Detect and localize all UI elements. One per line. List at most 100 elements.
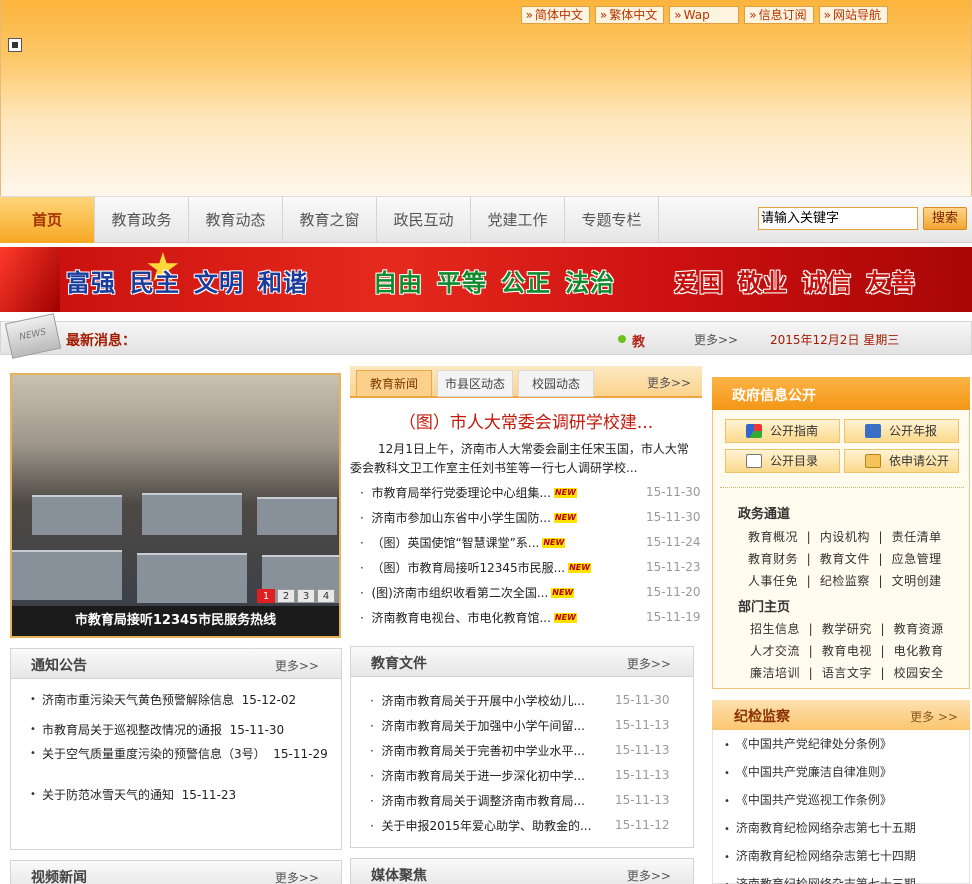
- documents-more-link[interactable]: 更多>>: [627, 655, 671, 672]
- tab-campus-dynamics[interactable]: 校园动态: [518, 370, 594, 397]
- news-title: 济南教育电视台、市电化教育馆...: [371, 611, 551, 625]
- dept-link[interactable]: 校园安全: [894, 666, 944, 680]
- dept-link[interactable]: 语言文字: [822, 666, 872, 680]
- dept-link[interactable]: 廉洁培训: [750, 666, 800, 680]
- dept-link[interactable]: 人才交流: [750, 644, 800, 658]
- dept-link[interactable]: 招生信息: [750, 622, 800, 636]
- book-icon: [746, 454, 762, 468]
- news-item[interactable]: · 济南市参加山东省中小学生国防... NEW: [360, 509, 577, 526]
- top-link-sitemap[interactable]: » 网站导航: [818, 6, 888, 24]
- document-item[interactable]: · 济南市教育局关于调整济南市教育局...: [370, 792, 585, 809]
- news-item[interactable]: · （图）英国使馆“智慧课堂”系... NEW: [360, 534, 566, 551]
- tab-education-news[interactable]: 教育新闻: [356, 370, 432, 397]
- discipline-item[interactable]: 济南教育纪检网络杂志第七十五期: [724, 819, 916, 836]
- nav-item-interaction[interactable]: 政民互动: [377, 197, 471, 243]
- news-more-link[interactable]: 更多>>: [647, 374, 691, 391]
- gov-link[interactable]: 人事任免: [748, 574, 798, 588]
- news-item[interactable]: · 市教育局举行党委理论中心组集... NEW: [360, 484, 577, 501]
- bullet: ·: [360, 536, 372, 550]
- dept-links-row: 人才交流 | 教育电视 | 电化教育: [750, 644, 944, 658]
- discipline-item[interactable]: 《中国共产党廉洁自律准则》: [724, 763, 892, 780]
- search-input[interactable]: 请输入关键字: [758, 207, 918, 230]
- new-badge: NEW: [551, 588, 575, 598]
- gov-link[interactable]: 纪检监察: [820, 574, 870, 588]
- scrolling-news-text[interactable]: 教: [632, 331, 645, 350]
- news-item[interactable]: · (图)济南市组织收看第二次全国... NEW: [360, 584, 575, 601]
- call-center-photo: [12, 375, 339, 607]
- dept-link[interactable]: 教育电视: [822, 644, 872, 658]
- discipline-header: 纪检监察 更多 >>: [712, 700, 970, 730]
- nav-item-window[interactable]: 教育之窗: [283, 197, 377, 243]
- discipline-item[interactable]: 《中国共产党巡视工作条例》: [724, 791, 892, 808]
- flag-decoration: [0, 247, 60, 312]
- news-item[interactable]: · 济南教育电视台、市电化教育馆... NEW: [360, 609, 577, 626]
- dept-links-row: 招生信息 | 教学研究 | 教育资源: [750, 622, 944, 636]
- gov-button-annual-report[interactable]: 公开年报: [844, 419, 959, 443]
- bullet: ·: [360, 486, 372, 500]
- banner-word: 自由: [373, 268, 423, 297]
- gov-link[interactable]: 教育文件: [820, 552, 870, 566]
- news-item[interactable]: · （图）市教育局接听12345市民服... NEW: [360, 559, 592, 576]
- notice-item[interactable]: 关于空气质量重度污染的预警信息（3号） 15-11-29: [30, 745, 332, 763]
- discipline-item[interactable]: 《中国共产党纪律处分条例》: [724, 735, 892, 752]
- document-item[interactable]: · 关于申报2015年爱心助学、助教金的...: [370, 817, 591, 834]
- broken-image-icon: [8, 38, 22, 52]
- gov-links-row: 教育概况 | 内设机构 | 责任清单: [748, 530, 942, 544]
- top-link-subscribe[interactable]: » 信息订阅: [744, 6, 814, 24]
- video-more-link[interactable]: 更多>>: [275, 869, 319, 884]
- nav-item-dynamics[interactable]: 教育动态: [189, 197, 283, 243]
- slider-page-button[interactable]: 2: [277, 589, 295, 603]
- photo-slider[interactable]: 1 2 3 4 市教育局接听12345市民服务热线: [10, 373, 341, 638]
- gov-link[interactable]: 内设机构: [820, 530, 870, 544]
- banner-word: 民主: [130, 268, 180, 297]
- document-item[interactable]: · 济南市教育局关于进一步深化初中学...: [370, 767, 585, 784]
- notice-item[interactable]: 市教育局关于巡视整改情况的通报 15-11-30: [30, 721, 332, 739]
- top-link-wap[interactable]: » Wap: [669, 6, 740, 24]
- tab-county-dynamics[interactable]: 市县区动态: [437, 370, 513, 397]
- notice-item[interactable]: 济南市重污染天气黄色预警解除信息 15-12-02: [30, 691, 332, 709]
- headline-link[interactable]: （图）市人大常委会调研学校建...: [356, 408, 696, 433]
- dept-link[interactable]: 教学研究: [822, 622, 872, 636]
- notice-item[interactable]: 关于防范冰雪天气的通知 15-11-23: [30, 786, 332, 804]
- gov-link[interactable]: 教育概况: [748, 530, 798, 544]
- notice-date: 15-11-30: [229, 723, 285, 737]
- slider-page-button[interactable]: 1: [257, 589, 275, 603]
- gov-button-guide[interactable]: 公开指南: [725, 419, 840, 443]
- gov-button-apply[interactable]: 依申请公开: [844, 449, 959, 473]
- dept-link[interactable]: 教育资源: [894, 622, 944, 636]
- nav-item-party[interactable]: 党建工作: [471, 197, 565, 243]
- document-date: 15-11-13: [615, 793, 670, 807]
- gov-link[interactable]: 责任清单: [892, 530, 942, 544]
- top-link-traditional[interactable]: » 繁体中文: [594, 6, 665, 24]
- document-item[interactable]: · 济南市教育局关于开展中小学校幼儿...: [370, 692, 585, 709]
- dept-link[interactable]: 电化教育: [894, 644, 944, 658]
- document-item[interactable]: · 济南市教育局关于加强中小学午间留...: [370, 717, 585, 734]
- bullet-dot-icon: [618, 335, 626, 343]
- latest-news-more-link[interactable]: 更多>>: [694, 331, 738, 348]
- discipline-item[interactable]: 济南教育纪检网络杂志第七十三期: [724, 875, 916, 884]
- notice-title: 市教育局关于巡视整改情况的通报: [42, 723, 223, 737]
- slider-page-button[interactable]: 4: [317, 589, 335, 603]
- discipline-item[interactable]: 济南教育纪检网络杂志第七十四期: [724, 847, 916, 864]
- gov-link[interactable]: 文明创建: [892, 574, 942, 588]
- bullet: ·: [370, 744, 382, 758]
- search-button[interactable]: 搜索: [923, 207, 967, 230]
- slider-page-button[interactable]: 3: [297, 589, 315, 603]
- nav-item-topics[interactable]: 专题专栏: [565, 197, 659, 243]
- notices-more-link[interactable]: 更多>>: [275, 657, 319, 674]
- bullet: ·: [360, 586, 372, 600]
- document-item[interactable]: · 济南市教育局关于完善初中学业水平...: [370, 742, 585, 759]
- photo-caption[interactable]: 市教育局接听12345市民服务热线: [12, 606, 339, 636]
- new-badge: NEW: [553, 513, 577, 523]
- gov-link[interactable]: 教育财务: [748, 552, 798, 566]
- media-more-link[interactable]: 更多>>: [627, 867, 671, 884]
- notice-title: 关于空气质量重度污染的预警信息（3号）: [42, 747, 266, 761]
- nav-item-affairs[interactable]: 教育政务: [95, 197, 189, 243]
- gov-link[interactable]: 应急管理: [892, 552, 942, 566]
- notices-header: 通知公告 更多>>: [11, 649, 341, 679]
- gov-info-title: 政府信息公开: [732, 388, 816, 404]
- gov-button-catalog[interactable]: 公开目录: [725, 449, 840, 473]
- top-link-simplified[interactable]: » 简体中文: [520, 6, 590, 24]
- discipline-more-link[interactable]: 更多 >>: [910, 708, 958, 725]
- nav-item-home[interactable]: 首页: [0, 197, 95, 243]
